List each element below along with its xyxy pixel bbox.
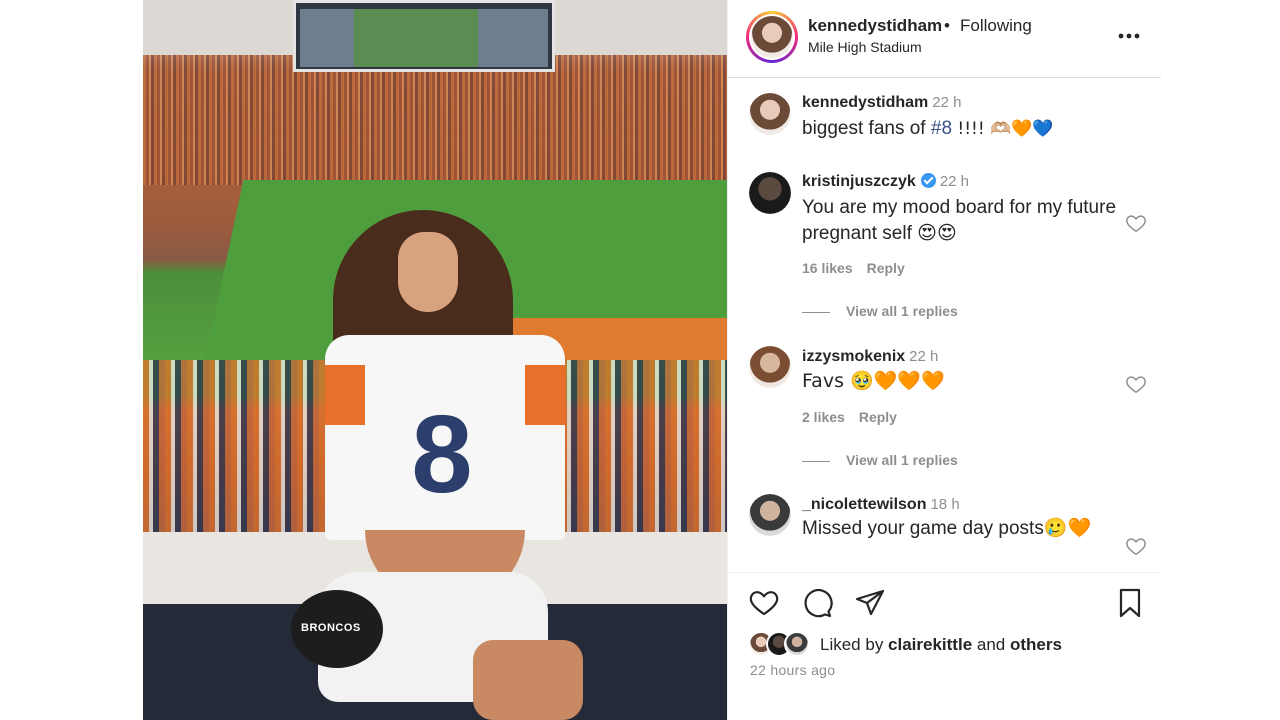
post-location[interactable]: Mile High Stadium [808,39,922,55]
caption-hashtag[interactable]: #8 [931,118,952,139]
comment-username-text[interactable]: _nicolettewilson [802,496,926,513]
view-replies-button[interactable]: View all 1 replies [802,303,958,319]
liked-by-text[interactable]: Liked by clairekittle and others [820,635,1062,655]
verified-icon [920,173,936,188]
reply-button[interactable]: Reply [867,260,905,276]
comment-text: Missed your game day posts🥲🧡 [802,518,1092,539]
comment-meta: 16 likes Reply [802,260,919,276]
scoreboard-screen-right [478,9,548,67]
comment-time: 22 h [932,94,962,111]
comment-username-text[interactable]: kristinjuszczyk [802,173,916,190]
post-photo[interactable]: 8 BRONCOS [143,0,727,720]
bookmark-icon[interactable] [1114,587,1146,619]
comment-text: You are my mood board for my future preg… [802,197,1117,244]
caption-text: biggest fans of #8 !!!! 🫶🏼🧡💙 [802,116,1054,142]
comment-text: Favs 🥹🧡🧡🧡 [802,370,945,392]
broncos-jersey: 8 [325,335,565,540]
share-icon[interactable] [854,587,886,619]
caption-text-prefix: biggest fans of [802,118,931,139]
post-actions: Liked by clairekittle and others 22 hour… [728,572,1161,720]
author-username[interactable]: kennedystidham [808,16,942,36]
woman-face [398,232,458,312]
more-icon[interactable] [1115,22,1143,50]
heart-icon[interactable] [748,587,780,619]
football-purse-text: BRONCOS [301,622,361,634]
jersey-stripe-right [525,365,565,425]
post-header: kennedystidham • Following Mile High Sta… [728,0,1161,78]
comment-likes[interactable]: 2 likes [802,409,845,425]
scoreboard-screen-center [354,9,496,67]
jersey-stripe-left [325,365,365,425]
author-avatar [751,16,793,58]
author-avatar-story-ring[interactable] [746,11,798,63]
view-replies-button[interactable]: View all 1 replies [802,452,958,468]
liked-by-prefix: Liked by [820,635,889,654]
football-purse: BRONCOS [291,590,383,668]
legs [473,640,583,720]
comment-icon[interactable] [801,587,833,619]
view-replies-label[interactable]: View all 1 replies [846,303,958,319]
comment-username[interactable]: _nicolettewilson 18 h [802,496,960,514]
liked-by-user[interactable]: clairekittle [888,635,972,654]
comment-meta: 2 likes Reply [802,409,911,425]
replies-divider [802,460,830,462]
comment-username-text[interactable]: izzysmokenix [802,348,905,365]
like-comment-heart-icon[interactable] [1125,373,1147,395]
comment-time: 22 h [909,348,939,365]
comment-avatar[interactable] [749,93,791,135]
comment-time: 22 h [939,173,970,190]
liked-by-mid: and [972,635,1010,654]
post-side-panel: kennedystidham • Following Mile High Sta… [727,0,1161,720]
stadium-scoreboard [293,0,555,72]
replies-divider [802,311,830,313]
comment-username[interactable]: izzysmokenix 22 h [802,348,938,366]
follow-status-button[interactable]: Following [960,16,1032,36]
view-replies-label[interactable]: View all 1 replies [846,452,958,468]
comment-time: 18 h [930,496,960,513]
header-separator: • [944,16,950,35]
post-timestamp[interactable]: 22 hours ago [750,662,835,678]
comment-avatar[interactable] [749,346,791,388]
comment-likes[interactable]: 16 likes [802,260,853,276]
comment-username-text[interactable]: kennedystidham [802,94,928,111]
liker-avatar [784,631,810,657]
jersey-number: 8 [411,393,473,516]
stadium-stands [143,55,727,185]
comments-list[interactable]: kennedystidham 22 h biggest fans of #8 !!… [728,78,1161,572]
caption-text-suffix: !!!! 🫶🏼🧡💙 [952,119,1054,139]
liked-by-others[interactable]: others [1010,635,1062,654]
comment-avatar[interactable] [749,172,791,214]
comment-username[interactable]: kristinjuszczyk 22 h [802,173,969,191]
like-comment-heart-icon[interactable] [1125,212,1147,234]
like-comment-heart-icon[interactable] [1125,535,1147,557]
comment-username[interactable]: kennedystidham 22 h [802,94,961,112]
comment-avatar[interactable] [749,494,791,536]
reply-button[interactable]: Reply [859,409,897,425]
